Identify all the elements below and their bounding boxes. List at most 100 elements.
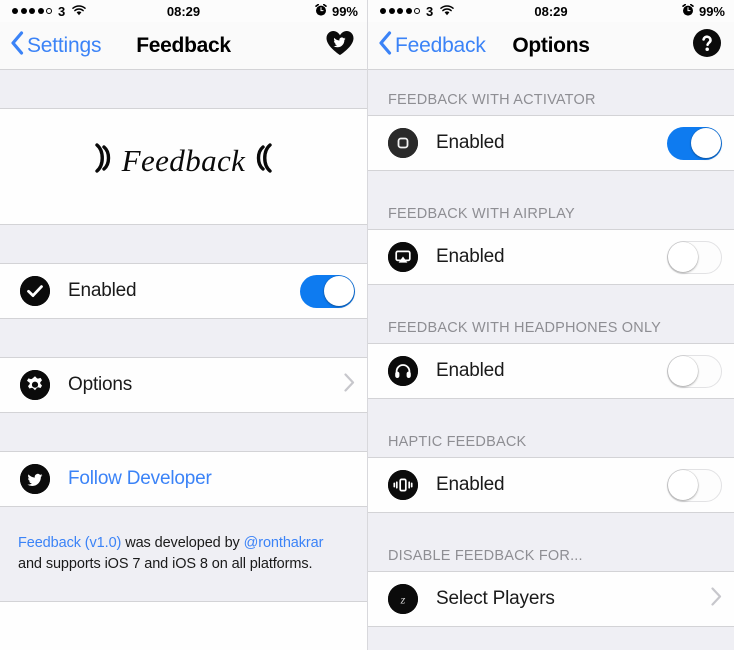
status-bar-left: 3 (12, 4, 86, 19)
signal-strength-icon (380, 8, 420, 14)
vibration-icon (388, 470, 418, 500)
airplay-icon (388, 242, 418, 272)
trailing-group (0, 601, 367, 650)
footer-text-1: was developed by (121, 535, 244, 551)
section-header-haptic: HAPTIC FEEDBACK (368, 399, 734, 457)
right-phone-screen: 3 08:29 99% Feedback Options FEEDBACK WI… (367, 0, 734, 650)
chevron-right-icon (711, 587, 722, 611)
group-airplay: Enabled (368, 229, 734, 285)
enabled-toggle[interactable] (300, 274, 355, 308)
row-airplay-enabled[interactable]: Enabled (368, 230, 734, 284)
navigation-bar: Settings Feedback (0, 22, 367, 70)
group-haptic: Enabled (368, 457, 734, 513)
options-list: FEEDBACK WITH ACTIVATOR Enabled FEEDBACK… (368, 70, 734, 650)
status-bar: 3 08:29 99% (0, 0, 367, 22)
wifi-icon (440, 4, 454, 19)
row-label: Enabled (436, 360, 505, 381)
follow-developer-group: Follow Developer (0, 451, 367, 507)
back-button[interactable]: Settings (10, 30, 102, 61)
gear-icon (20, 370, 50, 400)
sound-wave-left-icon (252, 141, 276, 180)
home-button-icon (388, 128, 418, 158)
section-spacer (368, 627, 734, 650)
row-haptic-enabled[interactable]: Enabled (368, 458, 734, 512)
footer-text-2: and supports iOS 7 and iOS 8 on all plat… (18, 556, 313, 573)
app-logo-text: Feedback (121, 142, 246, 178)
settings-list: Feedback Enabled Options Follow Develope… (0, 70, 367, 650)
section-header-airplay: FEEDBACK WITH AIRPLAY (368, 171, 734, 229)
battery-percentage: 99% (698, 3, 725, 19)
row-follow-developer[interactable]: Follow Developer (0, 452, 367, 506)
row-select-players[interactable]: z Select Players (368, 572, 734, 626)
footer-handle-link[interactable]: @ronthakrar (244, 535, 324, 551)
alarm-clock-icon (315, 3, 327, 19)
navigation-bar: Feedback Options (368, 22, 734, 70)
carrier-label: 3 (426, 3, 434, 19)
status-bar: 3 08:29 99% (368, 0, 734, 22)
enabled-group: Enabled (0, 263, 367, 319)
twitter-heart-button[interactable] (325, 29, 355, 62)
toggle-knob (323, 276, 354, 306)
activator-toggle[interactable] (667, 126, 722, 160)
app-logo-block: Feedback (0, 108, 367, 225)
toggle-knob (668, 469, 698, 500)
section-spacer (0, 413, 367, 451)
headphones-toggle[interactable] (667, 354, 722, 388)
section-spacer (0, 225, 367, 263)
chevron-left-icon (10, 30, 24, 61)
row-label: Enabled (68, 280, 137, 301)
options-group: Options (0, 357, 367, 413)
toggle-knob (690, 128, 721, 158)
back-button[interactable]: Feedback (378, 30, 486, 61)
section-spacer (0, 70, 367, 108)
haptic-toggle[interactable] (667, 468, 722, 502)
row-enabled[interactable]: Enabled (0, 264, 367, 318)
toggle-knob (668, 355, 698, 386)
section-header-headphones: FEEDBACK WITH HEADPHONES ONLY (368, 285, 734, 343)
chevron-left-icon (378, 30, 392, 61)
status-bar-left: 3 (380, 4, 454, 19)
row-label: Select Players (436, 588, 555, 609)
back-button-label: Settings (27, 33, 102, 57)
group-headphones: Enabled (368, 343, 734, 399)
airplay-toggle[interactable] (667, 240, 722, 274)
alarm-clock-icon (682, 3, 694, 19)
row-headphones-enabled[interactable]: Enabled (368, 344, 734, 398)
row-label: Enabled (436, 132, 505, 153)
twitter-icon (20, 464, 50, 494)
svg-text:z: z (400, 593, 406, 607)
logo-wrap: Feedback (91, 141, 277, 180)
group-activator: Enabled (368, 115, 734, 171)
footer-note: Feedback (v1.0) was developed by @rontha… (0, 521, 367, 576)
section-spacer (0, 575, 367, 602)
footer-app-version-link[interactable]: Feedback (v1.0) (18, 535, 121, 551)
row-activator-enabled[interactable]: Enabled (368, 116, 734, 170)
wifi-icon (72, 4, 86, 19)
row-label: Options (68, 374, 133, 395)
carrier-label: 3 (58, 3, 66, 19)
section-header-activator: FEEDBACK WITH ACTIVATOR (368, 70, 734, 115)
help-button[interactable] (692, 28, 722, 63)
row-label: Enabled (436, 246, 505, 267)
status-bar-right: 99% (315, 3, 358, 19)
row-label: Follow Developer (68, 468, 212, 489)
section-spacer (0, 507, 367, 521)
letter-z-icon: z (388, 584, 418, 614)
battery-percentage: 99% (331, 3, 358, 19)
dual-screenshot-container: 3 08:29 99% Settings Feedback Feedback E… (0, 0, 734, 650)
help-circle-icon (692, 28, 722, 63)
check-circle-icon (20, 276, 50, 306)
toggle-knob (668, 241, 698, 272)
section-header-disable-for: DISABLE FEEDBACK FOR... (368, 513, 734, 571)
chevron-right-icon (344, 373, 355, 397)
headphones-icon (388, 356, 418, 386)
section-spacer (0, 319, 367, 357)
heart-twitter-icon (325, 29, 355, 62)
row-options[interactable]: Options (0, 358, 367, 412)
left-phone-screen: 3 08:29 99% Settings Feedback Feedback E… (0, 0, 367, 650)
back-button-label: Feedback (395, 33, 486, 57)
sound-wave-right-icon (91, 141, 115, 180)
signal-strength-icon (12, 8, 52, 14)
group-disable-for: z Select Players (368, 571, 734, 627)
row-label: Enabled (436, 474, 505, 495)
